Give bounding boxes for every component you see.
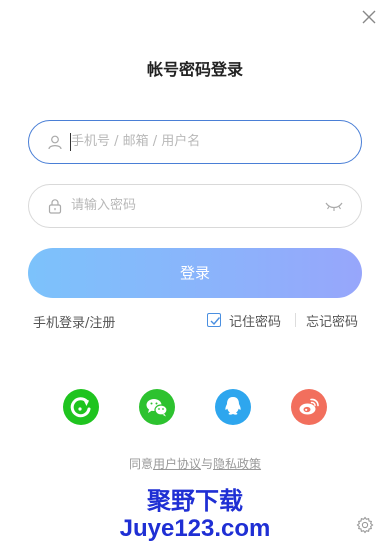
checkbox-checked[interactable] (207, 313, 221, 327)
close-icon (362, 10, 376, 24)
settings-button[interactable] (356, 516, 374, 534)
refresh-app-icon (70, 397, 91, 418)
username-field[interactable]: 手机号 / 邮箱 / 用户名 (28, 120, 362, 164)
divider (295, 313, 296, 327)
password-field[interactable]: 请输入密码 (28, 184, 362, 228)
check-icon (210, 317, 221, 326)
username-input[interactable]: 手机号 / 邮箱 / 用户名 (71, 121, 200, 163)
close-button[interactable] (362, 10, 376, 24)
password-input[interactable]: 请输入密码 (71, 185, 136, 227)
agreement-prefix: 同意 (128, 457, 153, 471)
login-options-row: 手机登录/注册 记住密码 忘记密码 (0, 310, 390, 331)
user-icon (48, 135, 62, 150)
privacy-policy-link[interactable]: 隐私政策 (213, 457, 261, 471)
watermark-line1: 聚野下载 (147, 489, 243, 515)
eye-closed-icon[interactable] (325, 199, 343, 213)
login-button[interactable]: 登录 (28, 248, 362, 298)
watermark: 聚野下载 Juye123.com (0, 488, 390, 542)
watermark-line2: Juye123.com (119, 515, 271, 542)
agreement-and: 与 (201, 457, 214, 471)
wechat-icon (146, 399, 168, 417)
refresh-app-login-button[interactable] (63, 389, 99, 425)
agreement-text: 同意用户协议与隐私政策 (0, 455, 390, 472)
user-agreement-link[interactable]: 用户协议 (153, 457, 201, 471)
lock-icon (48, 199, 62, 214)
qq-login-button[interactable] (215, 389, 251, 425)
gear-icon (356, 516, 374, 534)
remember-password-label[interactable]: 记住密码 (229, 311, 281, 330)
phone-login-link[interactable]: 手机登录/注册 (33, 312, 115, 331)
weibo-icon (299, 398, 319, 415)
qq-icon (225, 397, 241, 415)
dialog-title: 帐号密码登录 (146, 60, 243, 79)
wechat-login-button[interactable] (139, 389, 175, 425)
forgot-password-link[interactable]: 忘记密码 (306, 311, 358, 330)
weibo-login-button[interactable] (291, 389, 327, 425)
